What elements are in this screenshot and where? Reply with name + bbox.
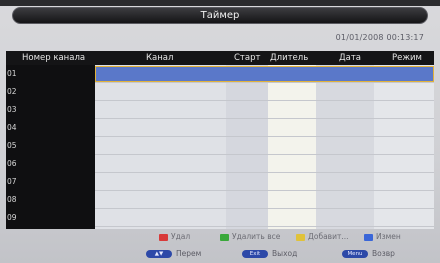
timer-table: 01 02 03 04 05 06 07 08 09 (6, 65, 434, 229)
row-number: 01 (7, 69, 17, 78)
table-row[interactable]: 09 (6, 209, 434, 227)
up-down-key-icon: ▲▼ (146, 250, 172, 258)
nav-exit[interactable]: Exit Выход (242, 248, 297, 260)
row-number: 04 (7, 123, 17, 132)
row-number: 03 (7, 105, 17, 114)
nav-menu[interactable]: Menu Возвр (342, 248, 395, 260)
table-row[interactable]: 01 (6, 65, 434, 83)
table-row[interactable]: 05 (6, 137, 434, 155)
timer-screen: Таймер 01/01/2008 00:13:17 Номер канала … (0, 0, 440, 263)
blue-key-icon (364, 233, 373, 241)
column-header-duration: Длитель (270, 53, 309, 63)
yellow-key-icon (296, 233, 305, 241)
footer-legend: Удал Удалить все Добавит... Измен ▲▼ Пере… (6, 229, 434, 263)
column-header-channel: Канал (146, 53, 174, 63)
current-datetime: 01/01/2008 00:13:17 (335, 33, 424, 42)
table-row[interactable]: 07 (6, 173, 434, 191)
row-number: 07 (7, 177, 17, 186)
table-row[interactable]: 08 (6, 191, 434, 209)
row-number: 02 (7, 87, 17, 96)
green-key-icon (220, 233, 229, 241)
table-row[interactable]: 02 (6, 83, 434, 101)
legend-delete[interactable]: Удал (159, 232, 190, 242)
row-number: 09 (7, 213, 17, 222)
selected-row-highlight (95, 66, 434, 82)
legend-add[interactable]: Добавит... (296, 232, 349, 242)
nav-move[interactable]: ▲▼ Перем (146, 248, 201, 260)
legend-edit[interactable]: Измен (364, 232, 401, 242)
exit-key-icon: Exit (242, 250, 268, 258)
table-row[interactable]: 04 (6, 119, 434, 137)
column-header-mode: Режим (392, 53, 422, 63)
bezel (0, 0, 440, 6)
red-key-icon (159, 233, 168, 241)
row-number: 05 (7, 141, 17, 150)
table-row[interactable]: 03 (6, 101, 434, 119)
table-row[interactable]: 06 (6, 155, 434, 173)
column-header-date: Дата (339, 53, 362, 63)
menu-key-icon: Menu (342, 250, 368, 258)
column-header-channel-number: Номер канала (22, 53, 86, 63)
column-header-start: Старт (234, 53, 261, 63)
page-title: Таймер (12, 7, 428, 24)
row-number: 08 (7, 195, 17, 204)
legend-delete-all[interactable]: Удалить все (220, 232, 280, 242)
table-header: Номер канала Канал Старт Длитель Дата Ре… (6, 51, 434, 65)
row-number: 06 (7, 159, 17, 168)
